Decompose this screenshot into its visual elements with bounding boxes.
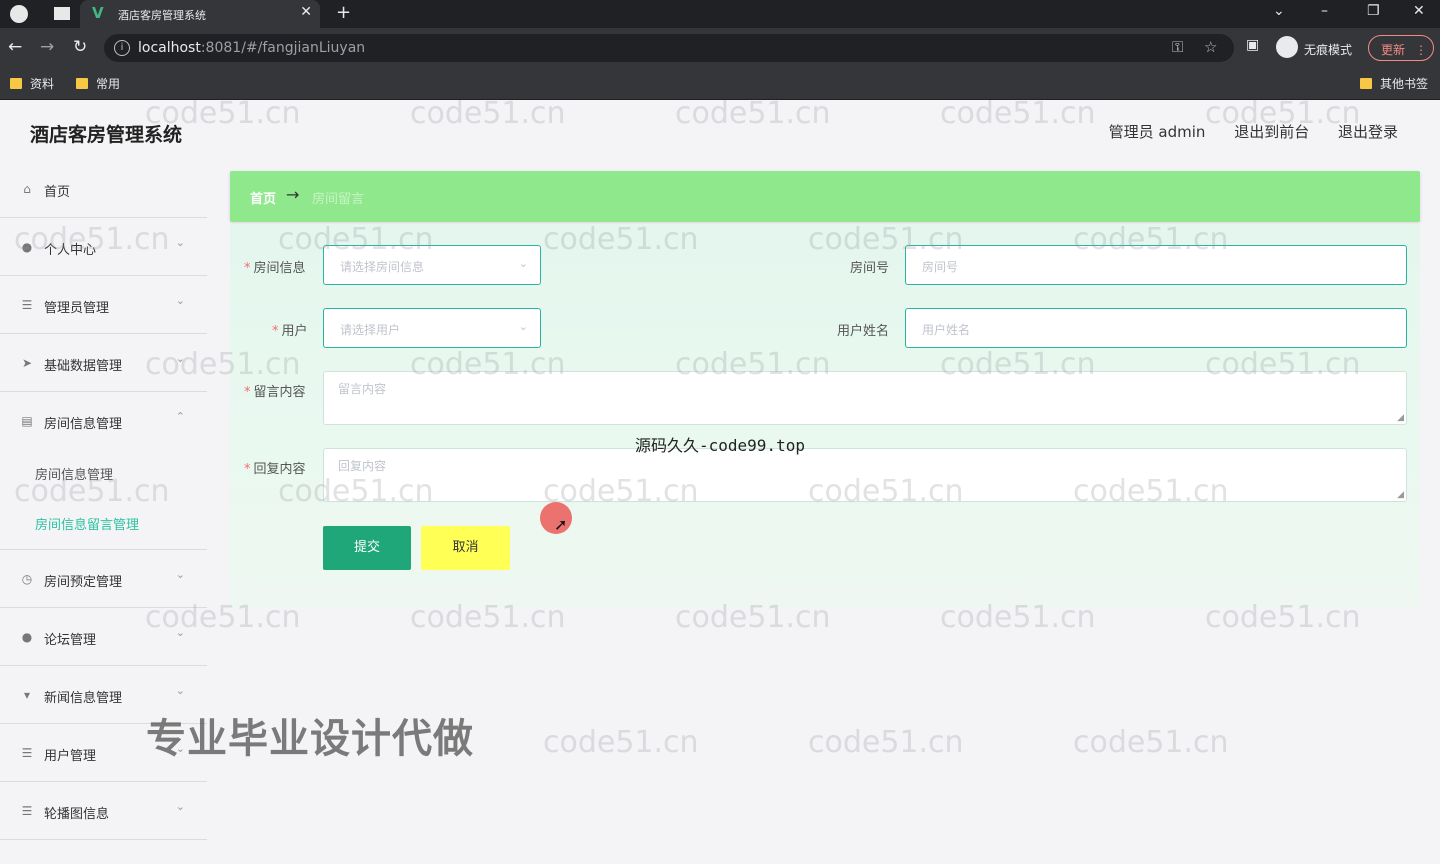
bookmark-star-icon[interactable]: ☆ [1204, 38, 1217, 56]
user-name-label: 用户姓名 [837, 324, 890, 339]
incognito-icon [1276, 36, 1298, 58]
chevron-down-icon: ⌄ [175, 294, 185, 307]
breadcrumb: 首页 → 房间留言 [230, 171, 1420, 222]
breadcrumb-arrow-icon: → [286, 185, 300, 204]
vue-favicon-icon: V [92, 4, 104, 22]
breadcrumb-current: 房间留言 [312, 192, 365, 207]
incognito-label: 无痕模式 [1304, 43, 1353, 57]
chevron-up-icon: ⌃ [175, 410, 185, 423]
site-info-icon[interactable]: i [114, 40, 130, 56]
new-tab-icon[interactable]: + [336, 2, 351, 23]
app-title: 酒店客房管理系统 [30, 124, 183, 146]
tab-search-icon[interactable] [54, 7, 70, 20]
watermark: code51.cn [410, 96, 566, 131]
folder-icon [10, 78, 22, 89]
user-name-input[interactable]: 用户姓名 [905, 308, 1407, 348]
sidebar-item-booking[interactable]: ◷ 房间预定管理 ⌄ [0, 550, 207, 608]
window-close-icon[interactable]: ✕ [1413, 3, 1425, 19]
back-icon[interactable]: ← [8, 37, 22, 57]
user-icon: ● [21, 240, 33, 254]
user-label: * 用户 [272, 324, 308, 339]
user-select[interactable]: 请选择用户 ⌄ [323, 308, 541, 348]
url-input[interactable]: i localhost:8081/#/fangjianLiuyan ⚿ ☆ [104, 34, 1234, 62]
breadcrumb-home[interactable]: 首页 [250, 188, 276, 207]
update-button[interactable]: 更新 ⋮ [1368, 35, 1434, 61]
message-textarea[interactable]: 留言内容 ◢ [323, 371, 1407, 425]
key-icon[interactable]: ⚿ [1172, 38, 1183, 56]
tab-list-icon[interactable]: ⌄ [1273, 3, 1285, 19]
chevron-down-icon: ⌄ [518, 257, 528, 270]
list-icon: ☰ [21, 804, 33, 818]
watermark: code51.cn [1073, 725, 1229, 760]
more-menu-icon[interactable]: ⋮ [1415, 43, 1427, 57]
bookmark-folder-ziliao[interactable]: 资料 [10, 75, 54, 92]
reply-textarea[interactable]: 回复内容 ◢ [323, 448, 1407, 502]
watermark: code51.cn [543, 725, 699, 760]
room-info-select[interactable]: 请选择房间信息 ⌄ [323, 245, 541, 285]
chevron-down-icon: ⌄ [175, 568, 185, 581]
tab-title: 酒店客房管理系统 [118, 9, 206, 22]
sidebar-item-carousel[interactable]: ☰ 轮播图信息 ⌄ [0, 782, 207, 840]
watermark: code51.cn [940, 96, 1096, 131]
sidebar-item-base-data[interactable]: ➤ 基础数据管理 ⌄ [0, 334, 207, 392]
cancel-button[interactable]: 取消 [421, 526, 510, 570]
other-bookmarks[interactable]: 其他书签 [1360, 75, 1428, 92]
folder-icon [76, 78, 88, 89]
sidebar-item-home[interactable]: ⌂ 首页 [0, 160, 207, 218]
sidebar-item-personal[interactable]: ● 个人中心 ⌄ [0, 218, 207, 276]
send-icon: ➤ [21, 356, 33, 370]
resize-grip-icon[interactable]: ◢ [1397, 413, 1404, 423]
submit-button[interactable]: 提交 [323, 526, 411, 570]
chevron-down-icon: ⌄ [175, 236, 185, 249]
bookmark-folder-changyong[interactable]: 常用 [76, 75, 120, 92]
chevron-down-icon: ⌄ [518, 320, 528, 333]
room-info-label: * 房间信息 [244, 261, 306, 276]
folder-icon [1360, 78, 1372, 89]
sidebar-subitem-room-message[interactable]: 房间信息留言管理 [35, 514, 139, 533]
profile-icon[interactable] [10, 5, 28, 23]
header-links: 管理员 admin 退出到前台 退出登录 [1085, 121, 1398, 142]
chevron-down-icon: ⌄ [175, 626, 185, 639]
sidebar-item-forum[interactable]: ● 论坛管理 ⌄ [0, 608, 207, 666]
reply-label: * 回复内容 [244, 462, 306, 477]
promo-watermark-text: 专业毕业设计代做 [146, 716, 474, 762]
watermark: code51.cn [808, 725, 964, 760]
forward-icon[interactable]: → [40, 37, 54, 57]
message-label: * 留言内容 [244, 385, 306, 400]
logout-link[interactable]: 退出登录 [1338, 123, 1398, 141]
room-no-label: 房间号 [850, 261, 890, 276]
clipboard-icon: ▤ [21, 414, 33, 428]
admin-label: 管理员 admin [1108, 123, 1206, 141]
home-icon: ⌂ [23, 182, 31, 196]
address-bar: ← → ↻ i localhost:8081/#/fangjianLiuyan … [0, 28, 1440, 68]
chevron-down-icon: ⌄ [175, 684, 185, 697]
sign-icon: ▾ [23, 688, 31, 702]
sidebar-item-room-info[interactable]: ▤ 房间信息管理 ⌃ 房间信息管理 房间信息留言管理 [0, 392, 207, 550]
center-watermark-text: 源码久久-code99.top [635, 436, 805, 455]
sidebar-item-admin[interactable]: ☰ 管理员管理 ⌄ [0, 276, 207, 334]
watermark: code51.cn [675, 96, 831, 131]
sidebar-subitem-room-info[interactable]: 房间信息管理 [35, 464, 113, 483]
chevron-down-icon: ⌄ [175, 800, 185, 813]
room-no-input[interactable]: 房间号 [905, 245, 1407, 285]
restore-icon[interactable]: ❐ [1367, 3, 1380, 19]
resize-grip-icon[interactable]: ◢ [1397, 490, 1404, 500]
reload-icon[interactable]: ↻ [73, 37, 87, 57]
url-text: localhost:8081/#/fangjianLiuyan [138, 40, 366, 56]
sliders-icon: ☰ [21, 298, 33, 312]
tab-close-icon[interactable]: ✕ [300, 4, 312, 20]
minimize-icon[interactable]: – [1321, 3, 1328, 19]
chevron-down-icon: ⌄ [175, 352, 185, 365]
mouse-cursor-icon: ➚ [554, 515, 568, 534]
sidebar-toggle-icon[interactable]: ▣ [1246, 37, 1259, 53]
browser-tab-bar: V 酒店客房管理系统 ✕ + ⌄ – ❐ ✕ [0, 0, 1440, 28]
bookmarks-bar: 资料 常用 其他书签 [0, 68, 1440, 100]
clock-icon: ◷ [21, 572, 33, 586]
user-icon: ● [21, 630, 33, 644]
back-to-front-link[interactable]: 退出到前台 [1234, 123, 1309, 141]
list-icon: ☰ [21, 746, 33, 760]
browser-tab[interactable]: V 酒店客房管理系统 ✕ [80, 0, 320, 28]
